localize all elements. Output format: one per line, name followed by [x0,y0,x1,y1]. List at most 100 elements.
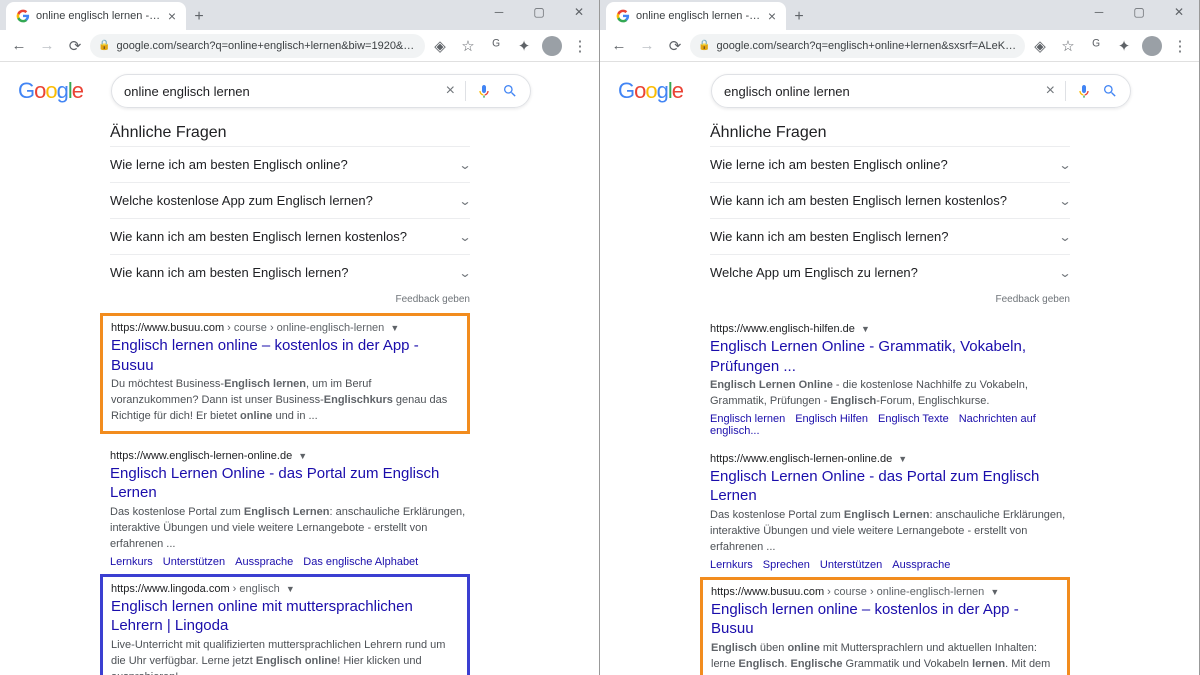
result-domain: https://www.englisch-lernen-online.de [710,453,892,465]
clear-search-icon[interactable]: × [1046,82,1055,100]
result-breadcrumb[interactable]: https://www.englisch-lernen-online.de ▼ [110,450,470,462]
search-input[interactable] [124,84,436,99]
google-logo[interactable]: Google [18,78,83,104]
sitelink[interactable]: Englisch Hilfen [795,413,868,425]
translate-icon[interactable]: ᴳ [483,33,509,59]
back-button[interactable]: ← [606,33,632,59]
minimize-icon[interactable]: ─ [1079,0,1119,24]
paa-question[interactable]: Wie kann ich am besten Englisch lernen k… [710,182,1070,218]
menu-icon[interactable]: ⋮ [1167,33,1193,59]
result-path: › course › online-englisch-lernen [824,586,984,598]
dropdown-icon[interactable]: ▼ [898,454,907,464]
search-result: https://www.englisch-lernen-online.de ▼ E… [710,443,1070,577]
paa-question[interactable]: Welche App um Englisch zu lernen?⌄ [710,254,1070,290]
sitelink[interactable]: Englisch lernen [710,413,785,425]
paa-question[interactable]: Wie lerne ich am besten Englisch online?… [110,146,470,182]
result-title[interactable]: Englisch Lernen Online - das Portal zum … [110,464,470,503]
paa-question[interactable]: Wie kann ich am besten Englisch lernen?⌄ [710,218,1070,254]
new-tab-button[interactable]: + [786,4,812,30]
sitelink[interactable]: Unterstützen [163,556,225,568]
paa-question-text: Wie kann ich am besten Englisch lernen k… [110,229,407,244]
minimize-icon[interactable]: ─ [479,0,519,24]
browser-tab[interactable]: online englisch lernen - Google S × [606,2,786,30]
menu-icon[interactable]: ⋮ [567,33,593,59]
close-tab-icon[interactable]: × [168,8,176,24]
close-window-icon[interactable]: ✕ [1159,0,1199,24]
dropdown-icon[interactable]: ▼ [286,584,295,594]
location-icon[interactable]: ◈ [427,33,453,59]
close-window-icon[interactable]: ✕ [559,0,599,24]
result-title[interactable]: Englisch lernen online – kostenlos in de… [111,336,459,375]
result-breadcrumb[interactable]: https://www.englisch-hilfen.de ▼ [710,323,1070,335]
profile-avatar[interactable] [1139,33,1165,59]
forward-button: → [634,33,660,59]
search-box[interactable]: × [711,74,1131,108]
search-input[interactable] [724,84,1036,99]
location-icon[interactable]: ◈ [1027,33,1053,59]
result-sitelinks: Lernkurs Unterstützen Aussprache Das englis… [110,556,470,568]
result-title[interactable]: Englisch Lernen Online - das Portal zum … [710,467,1070,506]
reload-button[interactable]: ⟳ [62,33,88,59]
translate-icon[interactable]: ᴳ [1083,33,1109,59]
dropdown-icon[interactable]: ▼ [990,587,999,597]
search-button-icon[interactable] [1102,83,1118,99]
result-title[interactable]: Englisch lernen online mit muttersprachl… [111,597,459,636]
titlebar: online englisch lernen - Google S × + ─ … [0,0,599,30]
result-breadcrumb[interactable]: https://www.lingoda.com › englisch ▼ [111,583,459,595]
dropdown-icon[interactable]: ▼ [298,451,307,461]
address-bar[interactable]: 🔒 google.com/search?q=englisch+online+le… [690,34,1025,58]
feedback-link[interactable]: Feedback geben [710,290,1070,313]
back-button[interactable]: ← [6,33,32,59]
sitelink[interactable]: Lernkurs [110,556,153,568]
result-title[interactable]: Englisch Lernen Online - Grammatik, Voka… [710,337,1070,376]
lock-icon: 🔒 [98,40,110,51]
sitelink[interactable]: Englisch Texte [878,413,949,425]
sitelink[interactable]: Lernkurs [710,559,753,571]
result-path: › course › online-englisch-lernen [224,322,384,334]
paa-question[interactable]: Wie kann ich am besten Englisch lernen?⌄ [110,254,470,290]
browser-tab[interactable]: online englisch lernen - Google S × [6,2,186,30]
result-title[interactable]: Englisch lernen online – kostenlos in de… [711,600,1059,639]
chevron-down-icon: ⌄ [458,230,471,244]
google-logo[interactable]: Google [618,78,683,104]
result-breadcrumb[interactable]: https://www.busuu.com › course › online-… [711,586,1059,598]
paa-question[interactable]: Wie kann ich am besten Englisch lernen k… [110,218,470,254]
sitelink[interactable]: Aussprache [892,559,950,571]
maximize-icon[interactable]: ▢ [519,0,559,24]
sitelink[interactable]: Unterstützen [820,559,882,571]
extensions-icon[interactable]: ✦ [511,33,537,59]
browser-window-left: online englisch lernen - Google S × + ─ … [0,0,600,675]
extensions-icon[interactable]: ✦ [1111,33,1137,59]
sitelink[interactable]: Sprechen [763,559,810,571]
close-tab-icon[interactable]: × [768,8,776,24]
search-result: https://www.busuu.com › course › online-… [700,577,1070,675]
search-result: https://www.lingoda.com › englisch ▼ Engl… [100,574,470,675]
dropdown-icon[interactable]: ▼ [861,324,870,334]
result-breadcrumb[interactable]: https://www.busuu.com › course › online-… [111,322,459,334]
feedback-link[interactable]: Feedback geben [110,290,470,313]
reload-button[interactable]: ⟳ [662,33,688,59]
maximize-icon[interactable]: ▢ [1119,0,1159,24]
profile-avatar[interactable] [539,33,565,59]
search-box[interactable]: × [111,74,531,108]
dropdown-icon[interactable]: ▼ [390,323,399,333]
paa-question[interactable]: Wie lerne ich am besten Englisch online?… [710,146,1070,182]
result-breadcrumb[interactable]: https://www.englisch-lernen-online.de ▼ [710,453,1070,465]
search-button-icon[interactable] [502,83,518,99]
voice-search-icon[interactable] [1076,83,1092,99]
titlebar: online englisch lernen - Google S × + ─ … [600,0,1199,30]
result-domain: https://www.englisch-lernen-online.de [110,450,292,462]
voice-search-icon[interactable] [476,83,492,99]
paa-question-text: Wie kann ich am besten Englisch lernen? [110,265,348,280]
chevron-down-icon: ⌄ [1058,158,1071,172]
result-domain: https://www.busuu.com [111,322,224,334]
sitelink[interactable]: Das englische Alphabet [303,556,418,568]
google-header: Google × [600,62,1199,114]
bookmark-icon[interactable]: ☆ [1055,33,1081,59]
sitelink[interactable]: Aussprache [235,556,293,568]
new-tab-button[interactable]: + [186,4,212,30]
paa-question[interactable]: Welche kostenlose App zum Englisch lerne… [110,182,470,218]
address-bar[interactable]: 🔒 google.com/search?q=online+englisch+le… [90,34,425,58]
bookmark-icon[interactable]: ☆ [455,33,481,59]
clear-search-icon[interactable]: × [446,82,455,100]
